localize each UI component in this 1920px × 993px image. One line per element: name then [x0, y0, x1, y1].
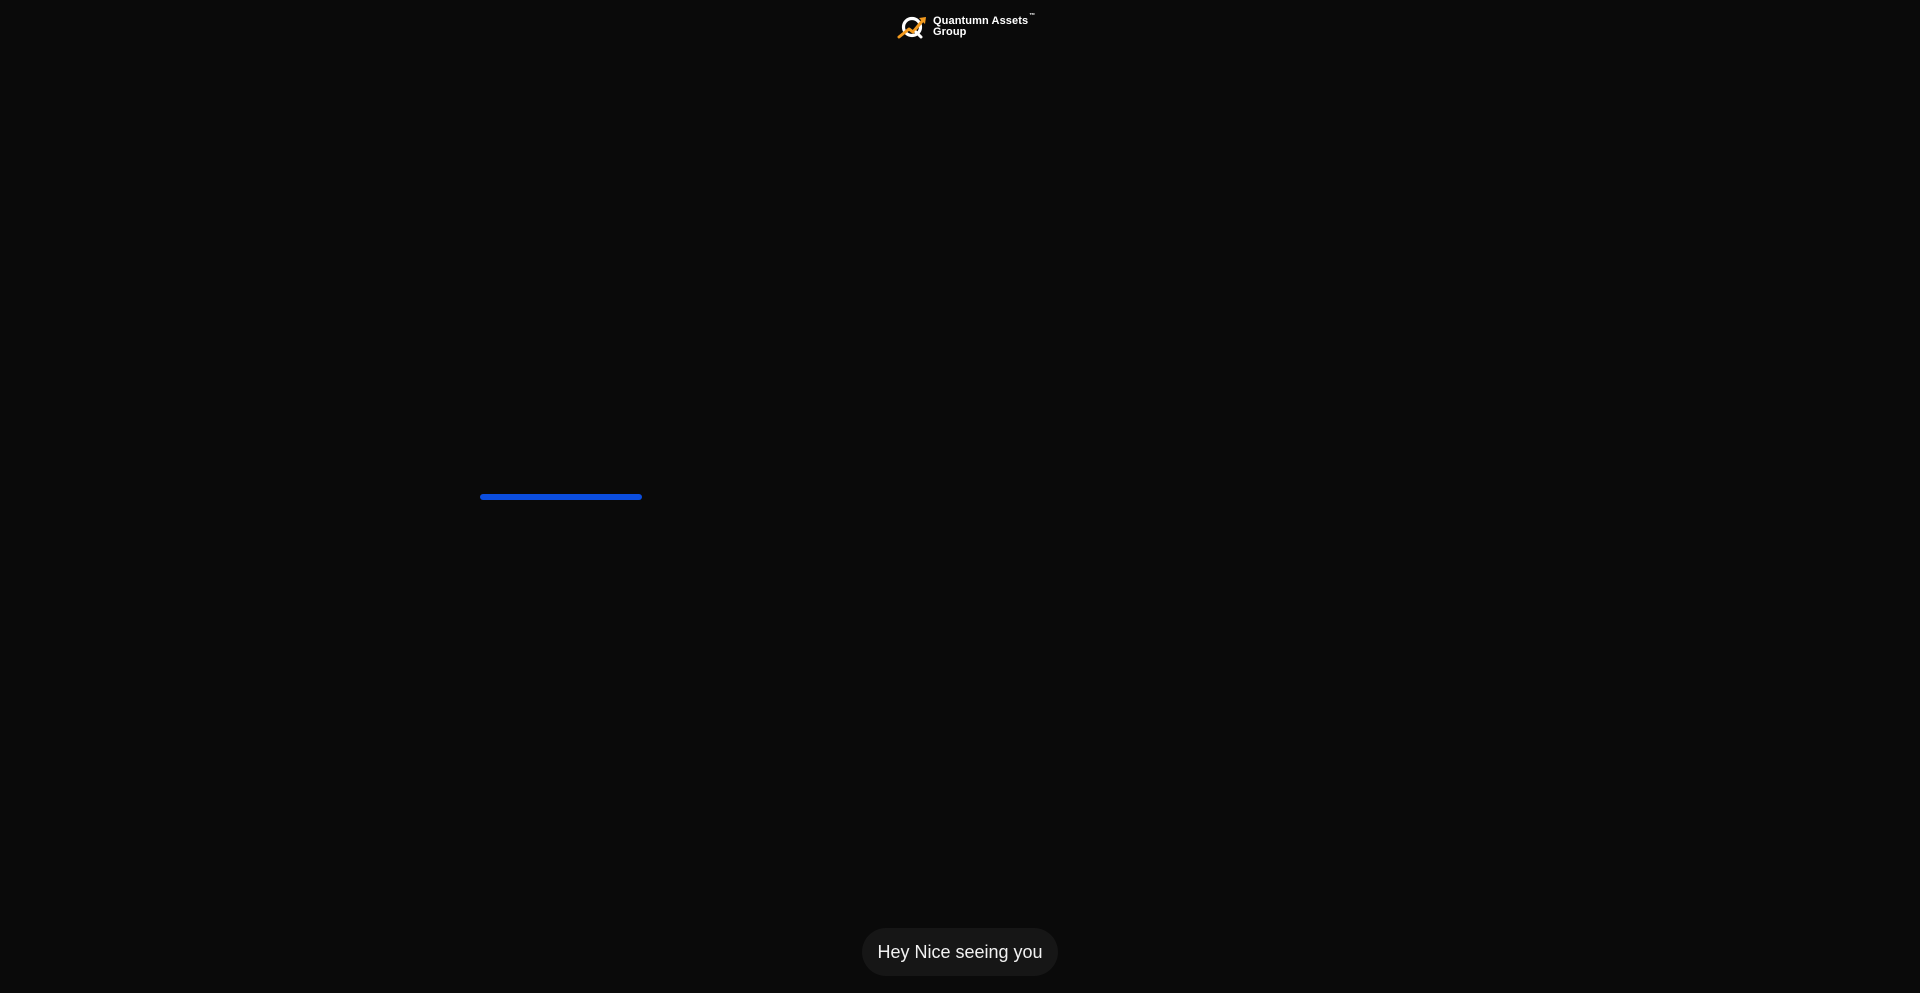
loading-screen: Quantumn Assets ™ Group Hey Nice seeing …	[0, 0, 1920, 993]
brand-name: Quantumn Assets ™ Group	[933, 13, 1036, 38]
chat-greeting-text: Hey Nice seeing you	[877, 941, 1043, 962]
quantumn-assets-logo-icon	[897, 16, 926, 39]
chat-greeting-bubble[interactable]: Hey Nice seeing you	[862, 928, 1058, 976]
brand-name-line2: Group	[933, 26, 967, 38]
brand-logo[interactable]: Quantumn Assets ™ Group	[897, 13, 1036, 40]
trademark-symbol: ™	[1029, 13, 1036, 19]
loading-progress-bar	[480, 494, 670, 500]
loading-progress-fill	[480, 494, 642, 500]
